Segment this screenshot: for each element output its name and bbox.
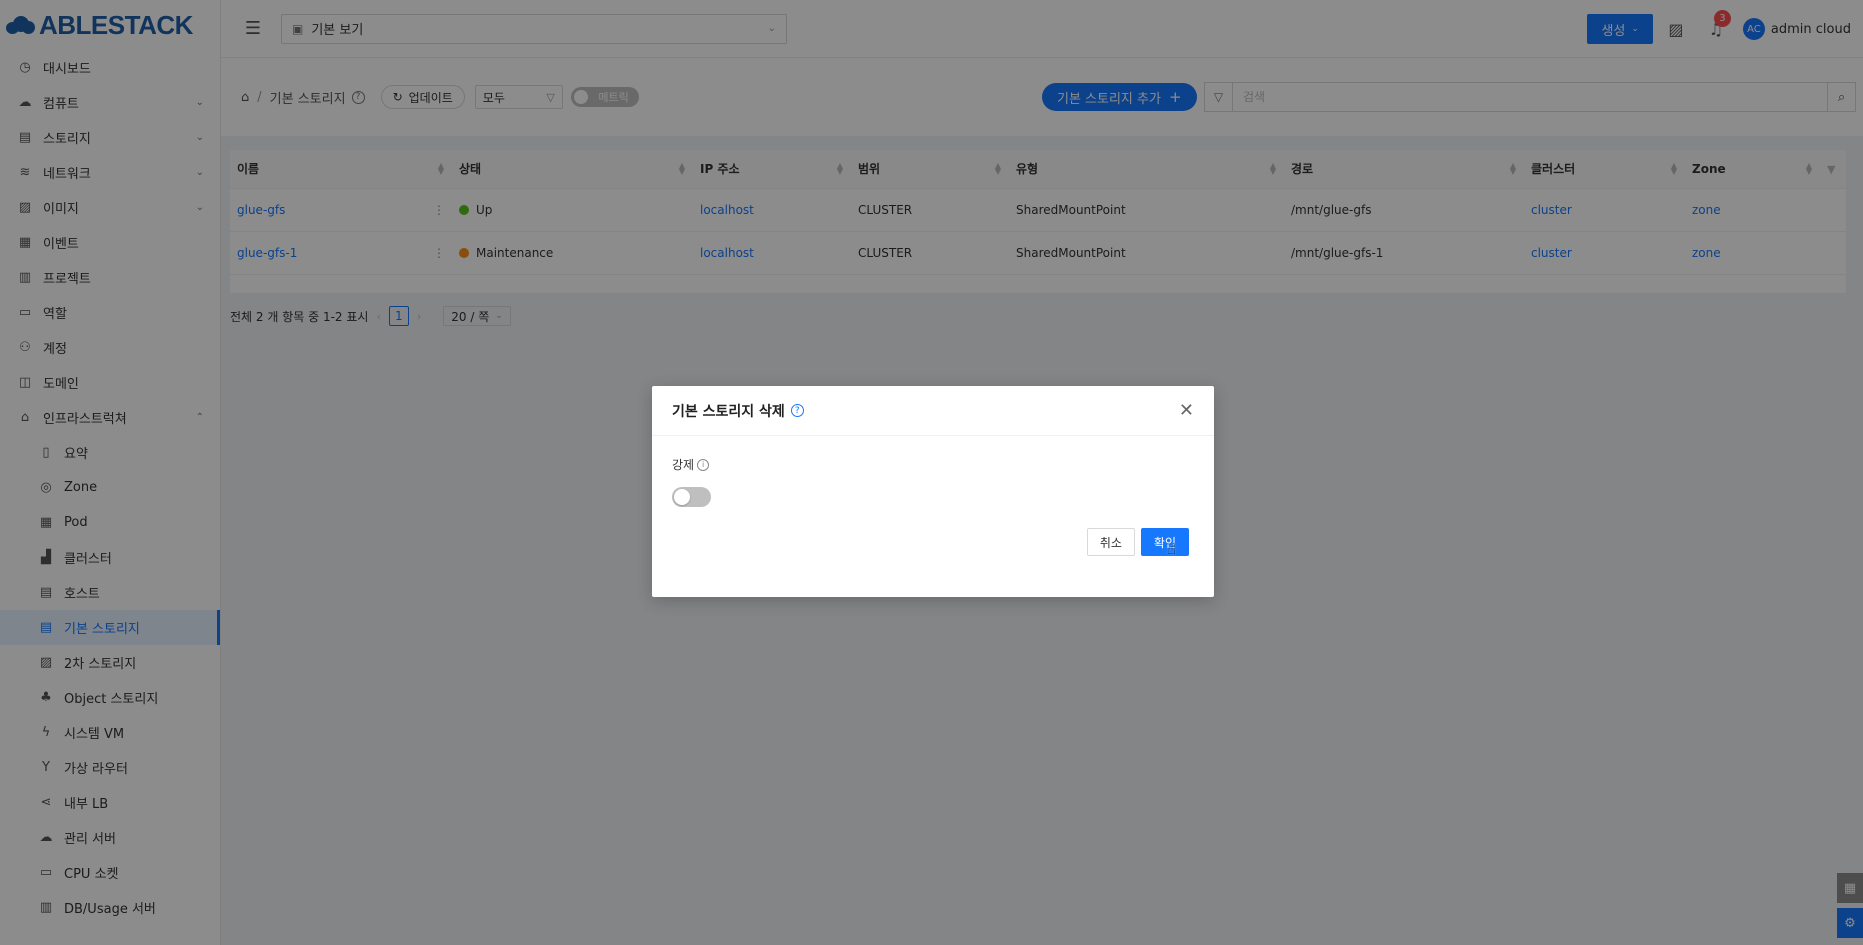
modal-body: 강제 i: [652, 436, 1214, 527]
ok-button[interactable]: 확인 ☝: [1140, 528, 1189, 558]
modal-actions: 취소 확인 ☝: [1086, 528, 1189, 558]
question-icon[interactable]: ?: [790, 404, 804, 417]
force-switch[interactable]: [672, 487, 711, 507]
close-icon[interactable]: ✕: [1179, 400, 1194, 421]
force-field-label: 강제 i: [672, 456, 1194, 473]
hand-cursor-icon: ☝: [1166, 540, 1177, 558]
info-icon[interactable]: i: [697, 458, 710, 471]
force-label: 강제: [672, 458, 695, 472]
cancel-button[interactable]: 취소: [1086, 528, 1135, 556]
delete-primary-storage-dialog: 기본 스토리지 삭제 ? ✕ 강제 i 취소 확인 ☝: [652, 386, 1214, 597]
modal-header: 기본 스토리지 삭제 ? ✕: [652, 386, 1214, 436]
modal-title: 기본 스토리지 삭제: [672, 403, 785, 420]
